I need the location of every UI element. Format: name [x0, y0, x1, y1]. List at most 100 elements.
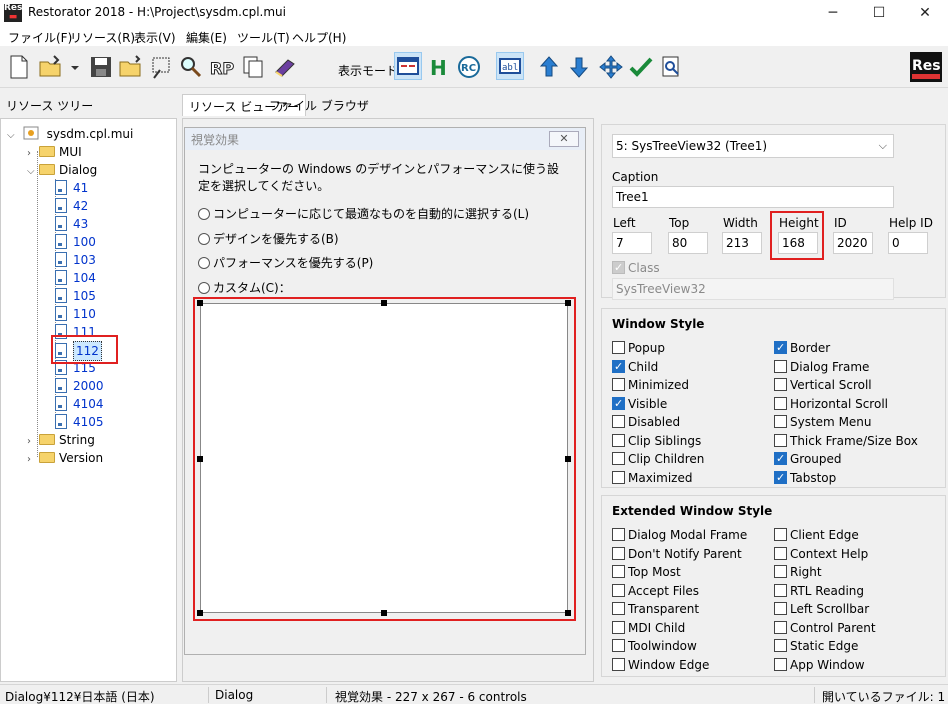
menu-resource[interactable]: リソース(R): [70, 29, 135, 46]
checkbox-box[interactable]: [612, 565, 625, 578]
checkbox-mdi-child[interactable]: MDI Child: [612, 619, 685, 637]
checkbox-box[interactable]: [612, 452, 625, 465]
rc-view-icon[interactable]: RC: [456, 54, 482, 80]
checkbox-box[interactable]: [612, 395, 625, 413]
checkbox-grouped[interactable]: Grouped: [774, 450, 842, 468]
tree-item-4104[interactable]: 4104: [55, 395, 104, 413]
checkbox-transparent[interactable]: Transparent: [612, 600, 699, 618]
radio-performance[interactable]: パフォーマンスを優先する(P): [198, 254, 373, 272]
checkbox-box[interactable]: [774, 639, 787, 652]
checkbox-context-help[interactable]: Context Help: [774, 545, 868, 563]
tree-item-100[interactable]: 100: [55, 233, 96, 251]
checkbox-thick-frame-size-box[interactable]: Thick Frame/Size Box: [774, 432, 918, 450]
tree-item-103[interactable]: 103: [55, 251, 96, 269]
checkbox-toolwindow[interactable]: Toolwindow: [612, 637, 697, 655]
menu-file[interactable]: ファイル(F): [8, 29, 72, 46]
book-icon[interactable]: [272, 54, 298, 80]
resize-handle[interactable]: [565, 456, 571, 462]
checkbox-box[interactable]: [612, 583, 625, 597]
tree-item-104[interactable]: 104: [55, 269, 96, 287]
checkmark-icon[interactable]: [628, 54, 654, 80]
arrow-down-icon[interactable]: [566, 54, 592, 80]
resize-handle[interactable]: [565, 300, 571, 306]
checkbox-top-most[interactable]: Top Most: [612, 563, 681, 581]
checkbox-border[interactable]: Border: [774, 339, 830, 357]
menu-edit[interactable]: 編集(E): [186, 29, 227, 46]
dialog-close-button[interactable]: ✕: [549, 131, 579, 147]
minimize-button[interactable]: ─: [810, 0, 856, 26]
control-select[interactable]: 5: SysTreeView32 (Tree1) ⌵: [612, 134, 894, 158]
checkbox-box[interactable]: [774, 620, 787, 634]
tree-folder-dialog[interactable]: ⌵ Dialog: [27, 161, 97, 179]
checkbox-popup[interactable]: Popup: [612, 339, 665, 357]
checkbox-box[interactable]: [774, 528, 787, 541]
checkbox-box[interactable]: [774, 339, 787, 357]
checkbox-box[interactable]: [612, 341, 625, 354]
move-icon[interactable]: [598, 54, 624, 80]
help-id-input[interactable]: 0: [888, 232, 928, 254]
checkbox-box[interactable]: [774, 583, 787, 597]
tree-folder-version[interactable]: › Version: [27, 449, 103, 467]
checkbox-right[interactable]: Right: [774, 563, 822, 581]
menu-view[interactable]: 表示(V): [134, 29, 176, 46]
checkbox-child[interactable]: Child: [612, 358, 658, 376]
app-icon[interactable]: Res ▬: [4, 4, 22, 22]
dropdown-arrow-icon[interactable]: [68, 54, 82, 80]
checkbox-app-window[interactable]: App Window: [774, 656, 865, 674]
checkbox-disabled[interactable]: Disabled: [612, 413, 680, 431]
checkbox-box[interactable]: [774, 378, 787, 391]
id-input[interactable]: 2020: [833, 232, 873, 254]
checkbox-box[interactable]: [774, 657, 787, 671]
checkbox-accept-files[interactable]: Accept Files: [612, 582, 699, 600]
checkbox-client-edge[interactable]: Client Edge: [774, 526, 859, 544]
checkbox-box[interactable]: [612, 602, 625, 615]
radio-custom[interactable]: カスタム(C)：: [198, 279, 291, 297]
save-icon[interactable]: [88, 54, 114, 80]
tree-item-4105[interactable]: 4105: [55, 413, 104, 431]
checkbox-tabstop[interactable]: Tabstop: [774, 469, 836, 487]
checkbox-left-scrollbar[interactable]: Left Scrollbar: [774, 600, 869, 618]
open-folder2-icon[interactable]: [118, 54, 144, 80]
checkbox-box[interactable]: [612, 620, 625, 634]
checkbox-box[interactable]: [612, 546, 625, 560]
radio-auto[interactable]: コンピューターに応じて最適なものを自動的に選択する(L): [198, 205, 529, 223]
text-view-icon[interactable]: abl: [496, 52, 524, 80]
checkbox-box[interactable]: [774, 450, 787, 468]
checkbox-box[interactable]: [774, 469, 787, 487]
checkbox-box[interactable]: [612, 378, 625, 391]
resize-handle[interactable]: [381, 300, 387, 306]
checkbox-box[interactable]: [612, 358, 625, 376]
checkbox-box[interactable]: [774, 546, 787, 560]
checkbox-system-menu[interactable]: System Menu: [774, 413, 872, 431]
resize-handle[interactable]: [381, 610, 387, 616]
checkbox-dialog-modal-frame[interactable]: Dialog Modal Frame: [612, 526, 747, 544]
h-view-icon[interactable]: H: [426, 54, 452, 80]
close-button[interactable]: ✕: [902, 0, 948, 26]
checkbox-box[interactable]: [612, 528, 625, 541]
checkbox-dialog-frame[interactable]: Dialog Frame: [774, 358, 869, 376]
tree-item-105[interactable]: 105: [55, 287, 96, 305]
top-input[interactable]: 80: [668, 232, 708, 254]
tree-item-2000[interactable]: 2000: [55, 377, 104, 395]
arrow-up-icon[interactable]: [536, 54, 562, 80]
checkbox-rtl-reading[interactable]: RTL Reading: [774, 582, 864, 600]
tree-item-41[interactable]: 41: [55, 179, 88, 197]
lasso-icon[interactable]: [148, 54, 174, 80]
tree-root[interactable]: ⌵ sysdm.cpl.mui: [7, 125, 133, 143]
resize-handle[interactable]: [197, 300, 203, 306]
checkbox-clip-siblings[interactable]: Clip Siblings: [612, 432, 701, 450]
tree-item-43[interactable]: 43: [55, 215, 88, 233]
find-icon[interactable]: [178, 54, 204, 80]
resize-handle[interactable]: [565, 610, 571, 616]
checkbox-box[interactable]: [612, 415, 625, 428]
menu-tools[interactable]: ツール(T): [237, 29, 290, 46]
tree-folder-mui[interactable]: › MUI: [27, 143, 82, 161]
checkbox-window-edge[interactable]: Window Edge: [612, 656, 709, 674]
checkbox-visible[interactable]: Visible: [612, 395, 667, 413]
checkbox-don-t-notify-parent[interactable]: Don't Notify Parent: [612, 545, 742, 563]
copy-icon[interactable]: [240, 54, 266, 80]
checkbox-box[interactable]: [774, 359, 787, 373]
rp-icon[interactable]: RP: [208, 54, 235, 80]
radio-appearance[interactable]: デザインを優先する(B): [198, 230, 339, 248]
dialog-view-icon[interactable]: [394, 52, 422, 80]
